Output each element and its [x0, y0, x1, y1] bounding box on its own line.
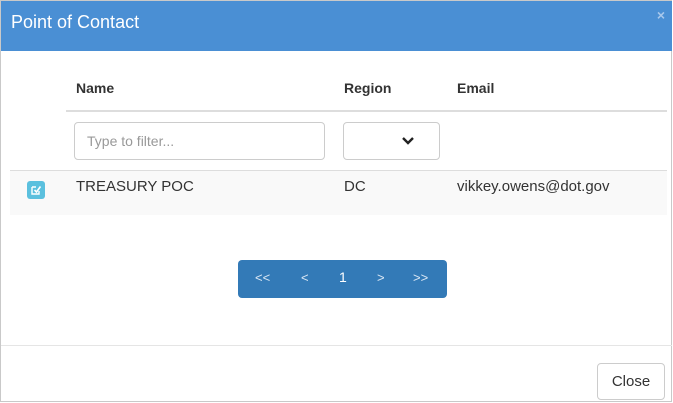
next-page-button[interactable]: >	[377, 270, 385, 285]
row-region: DC	[344, 178, 366, 195]
table-row: TREASURY POC DC vikkey.owens@dot.gov	[10, 171, 667, 215]
modal-header: Point of Contact ×	[1, 1, 672, 51]
header-divider	[66, 110, 667, 112]
modal-title: Point of Contact	[11, 12, 140, 32]
footer-divider	[1, 345, 672, 346]
first-page-button[interactable]: <<	[255, 270, 270, 285]
point-of-contact-modal: Point of Contact × Name Region Email TRE…	[0, 0, 672, 402]
row-email: vikkey.owens@dot.gov	[457, 178, 610, 195]
pagination: << < 1 > >>	[238, 260, 447, 298]
column-header-region[interactable]: Region	[344, 80, 391, 96]
close-icon[interactable]: ×	[657, 7, 665, 23]
prev-page-button[interactable]: <	[301, 270, 309, 285]
name-filter-input[interactable]	[74, 122, 325, 160]
row-name: TREASURY POC	[76, 178, 194, 195]
edit-icon	[31, 186, 42, 195]
column-header-name[interactable]: Name	[76, 80, 114, 96]
edit-button[interactable]	[27, 181, 45, 199]
region-filter-select[interactable]	[343, 122, 440, 160]
column-header-email[interactable]: Email	[457, 80, 494, 96]
current-page-button[interactable]: 1	[339, 269, 347, 285]
close-button[interactable]: Close	[597, 363, 665, 400]
last-page-button[interactable]: >>	[413, 270, 428, 285]
chevron-down-icon	[402, 137, 414, 145]
